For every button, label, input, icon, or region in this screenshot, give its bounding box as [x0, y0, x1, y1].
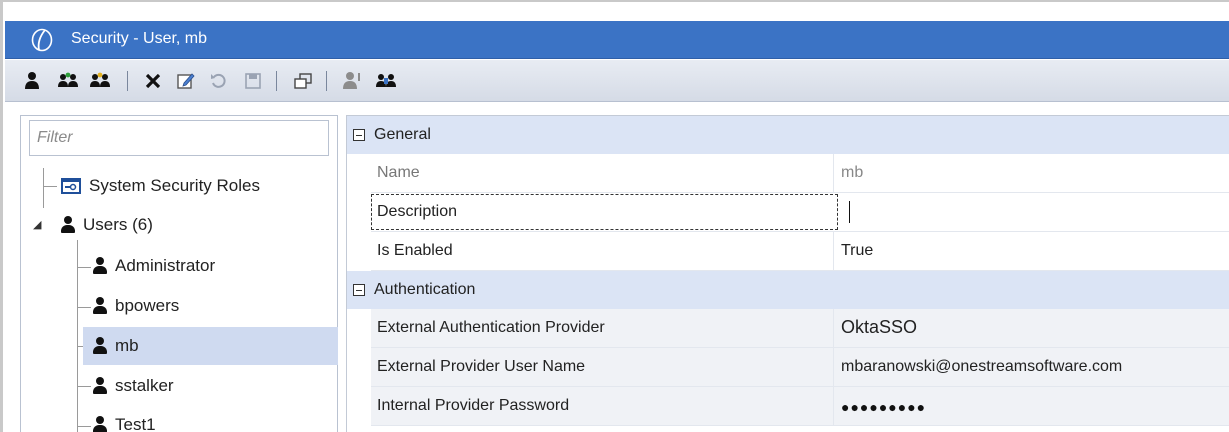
- refresh-icon[interactable]: [208, 68, 230, 94]
- edit-icon[interactable]: [175, 68, 197, 94]
- collapse-arrow-icon[interactable]: ◢: [33, 218, 41, 231]
- text-caret: [849, 201, 850, 223]
- column-divider: [833, 154, 834, 193]
- property-name: Name: [377, 164, 420, 181]
- user-icon: [93, 297, 107, 315]
- user-icon: [93, 377, 107, 395]
- property-name: Internal Provider Password: [377, 397, 570, 414]
- property-row-external-user-name[interactable]: External Provider User Name mbaranowski@…: [371, 348, 1229, 387]
- tree-item-label: Users (6): [83, 215, 153, 234]
- property-name: Is Enabled: [377, 242, 453, 259]
- security-roles-icon: [61, 178, 81, 194]
- property-row-description[interactable]: Description: [371, 193, 1229, 232]
- title-bar: Security - User, mb: [5, 21, 1229, 59]
- tree-connector: [77, 426, 91, 427]
- property-value: mb: [841, 164, 864, 181]
- column-divider: [833, 387, 834, 426]
- toolbar-separator: [326, 71, 327, 91]
- column-divider: [833, 348, 834, 387]
- properties-grid: General Name mb Description Is Enabled T…: [346, 115, 1229, 432]
- app-logo-icon: [31, 28, 53, 52]
- user-icon: [93, 257, 107, 275]
- section-authentication[interactable]: Authentication: [347, 271, 1229, 309]
- tree-item-system-security-roles[interactable]: System Security Roles: [61, 169, 260, 203]
- user-icon: [93, 416, 107, 432]
- tree-connector: [77, 240, 78, 432]
- property-row-is-enabled[interactable]: Is Enabled True: [371, 232, 1229, 271]
- password-field[interactable]: ●●●●●●●●●: [841, 399, 926, 415]
- user-group-icon[interactable]: [88, 68, 112, 94]
- tree-item-user[interactable]: bpowers: [93, 289, 179, 323]
- section-title: Authentication: [374, 281, 476, 298]
- property-row-external-provider[interactable]: External Authentication Provider OktaSSO: [371, 309, 1229, 348]
- tree-item-user[interactable]: Test1: [93, 408, 156, 432]
- section-title: General: [374, 126, 431, 143]
- tree-pane: Filter System Security Roles ◢ Users (6)…: [20, 115, 338, 432]
- external-user-name-value[interactable]: mbaranowski@onestreamsoftware.com: [841, 358, 1122, 376]
- delete-icon[interactable]: [143, 68, 163, 94]
- users-icon: [61, 216, 75, 234]
- window-title: Security - User, mb: [71, 30, 208, 47]
- section-general[interactable]: General: [347, 116, 1229, 154]
- tree-item-user[interactable]: sstalker: [93, 369, 174, 403]
- tree-connector: [43, 186, 57, 187]
- tree-item-users[interactable]: Users (6): [61, 208, 153, 242]
- property-name: External Provider User Name: [377, 358, 586, 375]
- tree-item-label: Test1: [115, 415, 156, 432]
- toolbar: [5, 60, 1229, 102]
- tree-item-user-selected[interactable]: mb: [83, 327, 338, 365]
- column-divider: [833, 232, 834, 271]
- collapse-icon[interactable]: [353, 129, 365, 141]
- tree-connector: [43, 168, 44, 208]
- column-divider: [833, 309, 834, 348]
- save-icon[interactable]: [242, 68, 264, 94]
- property-row-internal-password[interactable]: Internal Provider Password ●●●●●●●●●: [371, 387, 1229, 426]
- tree-connector: [77, 267, 91, 268]
- tree-item-label: System Security Roles: [89, 176, 260, 195]
- property-name: External Authentication Provider: [377, 319, 605, 336]
- toolbar-separator: [276, 71, 277, 91]
- property-row-name[interactable]: Name mb: [371, 154, 1229, 193]
- tree-item-label: bpowers: [115, 296, 180, 315]
- copy-window-icon[interactable]: [292, 68, 314, 94]
- user-group-add-icon[interactable]: [56, 68, 80, 94]
- collapse-icon[interactable]: [353, 284, 365, 296]
- is-enabled-value[interactable]: True: [841, 242, 873, 260]
- tree-item-label: mb: [115, 336, 139, 355]
- user-info-icon[interactable]: [341, 68, 363, 94]
- tree-connector: [77, 386, 91, 387]
- tree-item-label: sstalker: [115, 376, 174, 395]
- tree-item-label: Administrator: [115, 256, 216, 275]
- tree-item-user[interactable]: Administrator: [93, 249, 215, 283]
- external-provider-value[interactable]: OktaSSO: [841, 317, 917, 338]
- toolbar-separator: [127, 71, 128, 91]
- user-icon: [93, 337, 107, 355]
- user-icon[interactable]: [22, 68, 42, 94]
- filter-input[interactable]: Filter: [29, 120, 329, 156]
- property-name: Description: [377, 203, 458, 220]
- tree-connector: [77, 307, 91, 308]
- user-swap-icon[interactable]: [374, 68, 398, 94]
